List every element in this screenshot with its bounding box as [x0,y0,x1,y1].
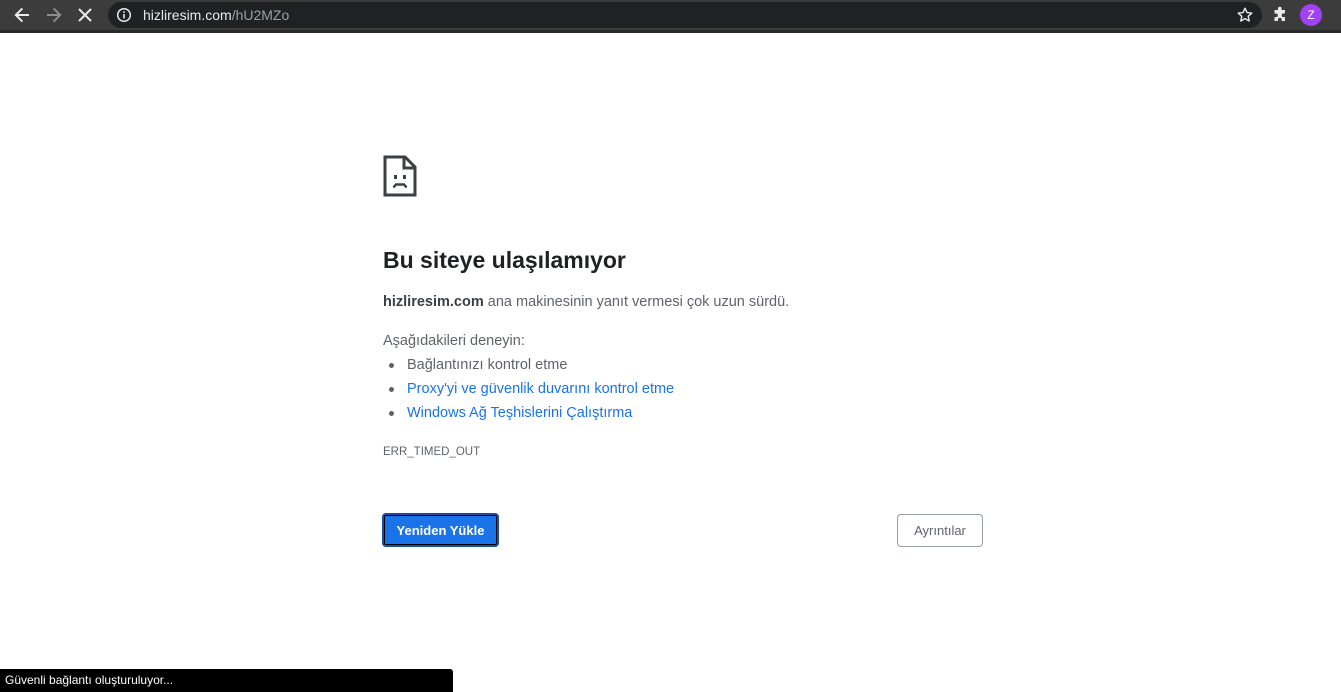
suggestion-check-proxy-link[interactable]: Proxy'yi ve güvenlik duvarını kontrol et… [407,381,674,397]
extensions-button[interactable] [1267,3,1293,27]
status-bubble: Güvenli bağlantı oluşturuluyor... [0,669,453,692]
puzzle-icon [1274,6,1285,21]
list-item: Bağlantınızı kontrol etme [388,355,568,375]
suggestion-check-connection: Bağlantınızı kontrol etme [407,357,568,373]
suggestions-heading: Aşağıdakileri deneyin: [383,333,525,349]
address-bar-url[interactable]: hizliresim.com/hU2MZo [143,7,289,23]
error-description: hizliresim.com ana makinesinin yanıt ver… [383,292,789,312]
error-title: Bu siteye ulaşılamıyor [383,247,626,273]
arrow-right-icon [47,7,62,23]
arrow-left-icon [14,7,29,23]
address-bar[interactable]: hizliresim.com/hU2MZo [108,2,1262,28]
close-icon [78,8,92,22]
sad-page-icon [383,155,417,197]
back-button[interactable] [9,3,35,27]
stop-button[interactable] [72,3,98,27]
browser-toolbar: hizliresim.com/hU2MZo Z [0,0,1341,33]
url-host: hizliresim.com [143,7,232,23]
details-button[interactable]: Ayrıntılar [897,514,983,547]
forward-button[interactable] [41,3,67,27]
error-description-text: ana makinesinin yanıt vermesi çok uzun s… [483,294,790,310]
profile-avatar[interactable]: Z [1300,4,1322,26]
info-icon[interactable] [116,7,132,23]
list-item: Proxy'yi ve güvenlik duvarını kontrol et… [388,379,674,399]
star-icon[interactable] [1236,6,1254,24]
error-code: ERR_TIMED_OUT [383,446,481,458]
suggestion-network-diagnostics-link[interactable]: Windows Ağ Teşhislerini Çalıştırma [407,405,632,421]
list-item: Windows Ağ Teşhislerini Çalıştırma [388,403,632,423]
url-path: /hU2MZo [231,7,290,23]
reload-button[interactable]: Yeniden Yükle [382,513,499,547]
error-host: hizliresim.com [383,294,484,310]
